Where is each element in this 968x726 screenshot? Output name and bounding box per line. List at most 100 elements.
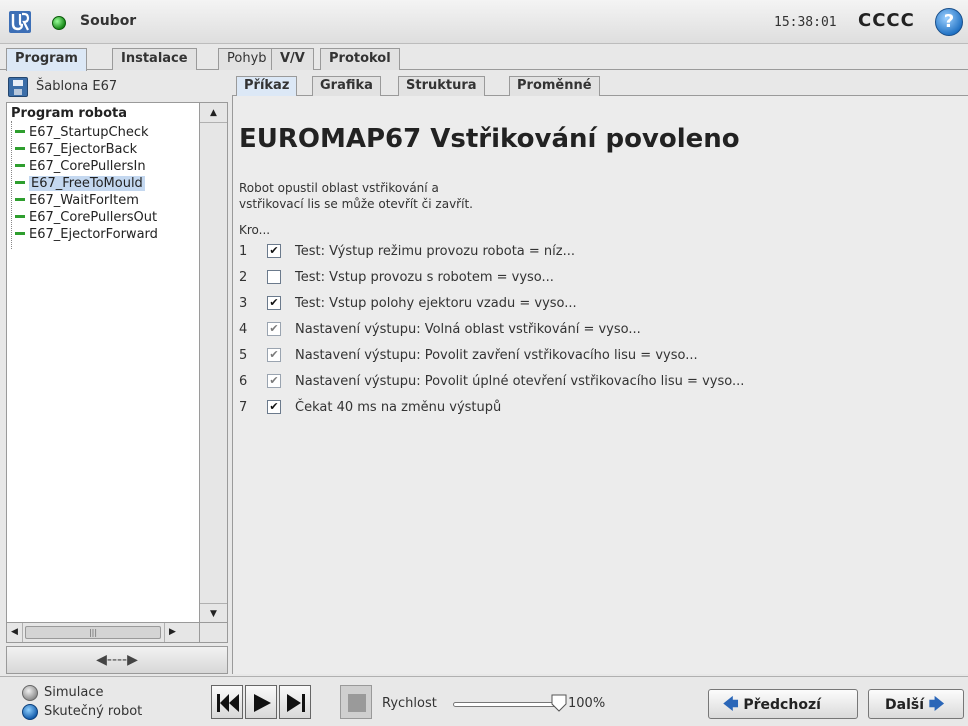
step-text: Test: Výstup režimu provozu robota = níz… — [295, 244, 575, 259]
tab-protokol[interactable]: Protokol — [320, 48, 400, 70]
tree-root[interactable]: Program robota — [11, 106, 127, 121]
step-forward-icon — [287, 694, 305, 712]
tree-item-label: E67_EjectorBack — [29, 142, 138, 157]
file-menu[interactable]: Soubor — [80, 13, 136, 29]
step-number: 2 — [239, 270, 248, 285]
steps-label: Kro... — [239, 223, 271, 237]
tab-pohyb[interactable]: Pohyb — [218, 48, 276, 70]
play-button[interactable] — [245, 685, 277, 719]
step-checkbox[interactable] — [267, 269, 281, 284]
scroll-left-icon[interactable]: ◀ — [7, 623, 23, 642]
step-text: Nastavení výstupu: Volná oblast vstřikov… — [295, 322, 641, 337]
step-checkbox: ✔ — [267, 347, 281, 362]
rewind-button[interactable] — [211, 685, 243, 719]
step-row: 7 ✔ Čekat 40 ms na změnu výstupů — [239, 398, 501, 418]
tree-item-selected[interactable]: E67_FreeToMould — [15, 175, 145, 192]
tree-item[interactable]: E67_CorePullersIn — [15, 158, 146, 175]
node-marker-icon — [15, 198, 25, 201]
tree-item[interactable]: E67_EjectorBack — [15, 141, 137, 158]
node-marker-icon — [15, 130, 25, 133]
command-title: EUROMAP67 Vstřikování povoleno — [239, 124, 740, 154]
slider-knob-icon[interactable] — [551, 694, 567, 712]
tree-connector — [11, 121, 12, 249]
step-text: Čekat 40 ms na změnu výstupů — [295, 400, 502, 415]
step-row: 2 Test: Vstup provozu s robotem = vyso... — [239, 268, 554, 288]
tree-item-label: E67_WaitForItem — [29, 193, 139, 208]
tree-item[interactable]: E67_StartupCheck — [15, 124, 149, 141]
stop-button[interactable] — [340, 685, 372, 719]
tree-item-label: E67_FreeToMould — [29, 176, 145, 191]
step-row: 6 ✔ Nastavení výstupu: Povolit úplné otevř… — [239, 372, 744, 392]
node-marker-icon — [15, 164, 25, 167]
tree-item[interactable]: E67_EjectorForward — [15, 226, 158, 243]
previous-label: Předchozí — [743, 697, 821, 713]
speed-label: Rychlost — [382, 696, 437, 711]
scroll-right-icon[interactable]: ▶ — [164, 623, 180, 642]
tree-item-label: E67_EjectorForward — [29, 227, 158, 242]
save-icon[interactable] — [8, 77, 28, 97]
help-icon[interactable]: ? — [935, 8, 963, 36]
next-button[interactable]: Další 🡆 — [868, 689, 964, 719]
main-tab-bar: Program Instalace Pohyb V/V Protokol — [0, 46, 968, 71]
scroll-up-icon[interactable]: ▲ — [200, 103, 227, 123]
scroll-corner — [199, 622, 227, 642]
tab-prikaz[interactable]: Příkaz — [236, 76, 298, 97]
step-checkbox: ✔ — [267, 373, 281, 388]
arrow-right-icon: 🡆 — [928, 695, 945, 713]
step-number: 4 — [239, 322, 248, 337]
arrow-left-icon: 🡄 — [723, 695, 739, 713]
vertical-scrollbar[interactable]: ▲ ▼ — [199, 103, 227, 623]
tree-item-label: E67_CorePullersOut — [29, 210, 158, 225]
top-bar: Soubor 15:38:01 CCCC ? — [0, 0, 968, 44]
real-robot-radio[interactable] — [22, 704, 38, 720]
step-checkbox[interactable]: ✔ — [267, 295, 281, 310]
step-button[interactable] — [279, 685, 311, 719]
bottom-bar: Simulace Skutečný robot Rychlost 100% 🡄 … — [0, 676, 968, 726]
simulation-label[interactable]: Simulace — [44, 685, 104, 700]
scroll-thumb[interactable]: ||| — [25, 626, 161, 639]
tree-item-label: E67_CorePullersIn — [29, 159, 146, 174]
step-checkbox[interactable]: ✔ — [267, 399, 281, 414]
sub-tab-bar: Příkaz Grafika Struktura Proměnné — [232, 74, 968, 97]
tab-vv[interactable]: V/V — [271, 48, 314, 70]
node-marker-icon — [15, 232, 25, 235]
step-number: 1 — [239, 244, 248, 259]
step-text: Nastavení výstupu: Povolit zavření vstři… — [295, 348, 698, 363]
stop-icon — [348, 694, 366, 712]
tab-program[interactable]: Program — [6, 48, 87, 71]
node-marker-icon — [15, 181, 25, 184]
program-tree: Program robota E67_StartupCheck E67_Ejec… — [6, 102, 228, 643]
real-robot-label[interactable]: Skutečný robot — [44, 704, 142, 719]
step-number: 7 — [239, 400, 248, 415]
tree-item[interactable]: E67_CorePullersOut — [15, 209, 157, 226]
tree-item[interactable]: E67_WaitForItem — [15, 192, 139, 209]
tab-instalace[interactable]: Instalace — [112, 48, 197, 70]
tab-struktura[interactable]: Struktura — [398, 76, 485, 96]
ur-logo-icon — [9, 11, 31, 33]
play-icon — [254, 694, 271, 712]
description-line: Robot opustil oblast vstřikování a — [239, 181, 439, 195]
tab-promenne[interactable]: Proměnné — [509, 76, 600, 96]
speed-value: 100% — [568, 696, 606, 711]
tab-grafika[interactable]: Grafika — [312, 76, 381, 96]
step-row: 5 ✔ Nastavení výstupu: Povolit zavření vst… — [239, 346, 698, 366]
speed-slider[interactable] — [453, 702, 561, 707]
previous-button[interactable]: 🡄 Předchozí — [708, 689, 858, 719]
step-row: 4 ✔ Nastavení výstupu: Volná oblast vstřik… — [239, 320, 641, 340]
step-text: Test: Vstup polohy ejektoru vzadu = vyso… — [295, 296, 577, 311]
simulation-radio[interactable] — [22, 685, 38, 701]
clock: 15:38:01 — [774, 15, 837, 30]
panel-resize-handle[interactable]: ◀----▶ — [6, 646, 228, 674]
step-text: Test: Vstup provozu s robotem = vyso... — [295, 270, 554, 285]
horizontal-scrollbar[interactable]: ◀ ||| ▶ — [7, 622, 200, 642]
step-checkbox[interactable]: ✔ — [267, 243, 281, 258]
command-description: Robot opustil oblast vstřikování a vstři… — [239, 180, 473, 212]
step-checkbox: ✔ — [267, 321, 281, 336]
command-panel: EUROMAP67 Vstřikování povoleno Robot opu… — [232, 96, 968, 674]
step-number: 3 — [239, 296, 248, 311]
scroll-down-icon[interactable]: ▼ — [200, 603, 227, 623]
step-number: 5 — [239, 348, 248, 363]
step-text: Nastavení výstupu: Povolit úplné otevřen… — [295, 374, 745, 389]
next-label: Další — [885, 697, 924, 713]
skip-back-icon — [217, 694, 239, 712]
